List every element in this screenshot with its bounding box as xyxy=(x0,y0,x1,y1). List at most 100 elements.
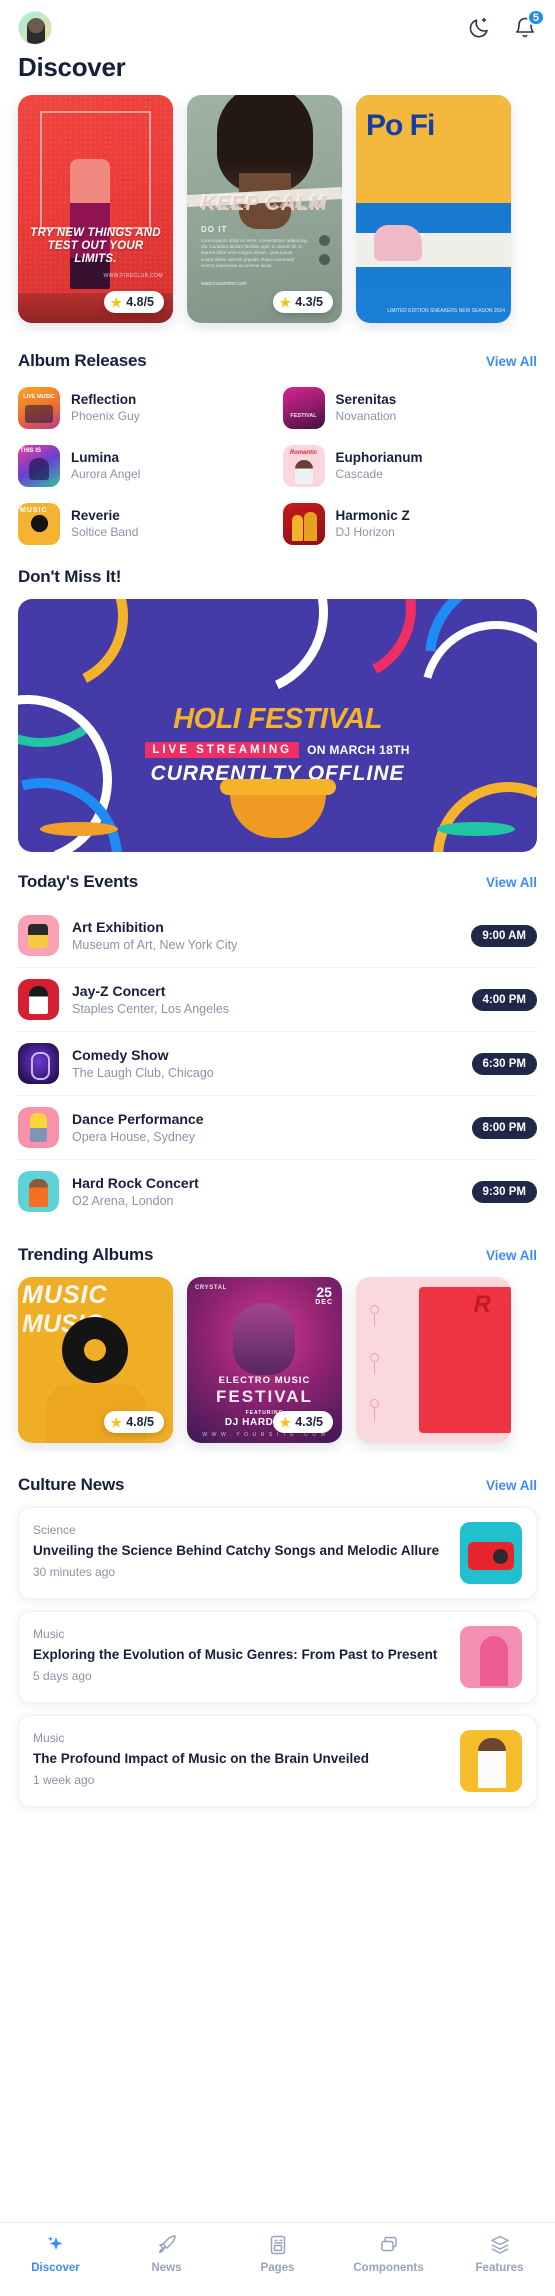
nav-item-features[interactable]: Features xyxy=(444,2233,555,2274)
album-artist: Soltice Band xyxy=(71,525,139,539)
trending-line-2: FESTIVAL xyxy=(216,1387,313,1406)
event-place: Opera House, Sydney xyxy=(72,1129,195,1144)
event-time-badge: 6:30 PM xyxy=(471,1052,537,1075)
layers-icon xyxy=(488,2233,512,2257)
album-artist: Phoenix Guy xyxy=(71,409,140,423)
nav-label: News xyxy=(151,2262,182,2274)
news-thumbnail xyxy=(460,1626,522,1688)
decorative-red-bar xyxy=(419,1287,511,1433)
date-month: DEC xyxy=(315,1299,333,1306)
album-name: Serenitas xyxy=(335,392,397,407)
nav-item-news[interactable]: News xyxy=(111,2233,222,2274)
live-streaming-label: LIVE STREAMING xyxy=(145,742,300,758)
album-item[interactable]: Harmonic Z DJ Horizon xyxy=(282,499,538,549)
hero-url: WWW.FIRECLUB.COM xyxy=(103,273,163,279)
album-item[interactable]: Reverie Soltice Band xyxy=(18,499,273,549)
event-thumbnail xyxy=(18,915,59,956)
view-all-albums[interactable]: View All xyxy=(486,354,537,369)
news-timestamp: 30 minutes ago xyxy=(33,1565,116,1579)
nav-item-pages[interactable]: Pages xyxy=(222,2233,333,2274)
rating-value: 4.3/5 xyxy=(295,295,323,309)
news-thumbnail xyxy=(460,1730,522,1792)
event-row[interactable]: Hard Rock Concert O2 Arena, London 9:30 … xyxy=(18,1160,537,1223)
album-artwork xyxy=(282,387,325,429)
notification-badge: 5 xyxy=(526,9,545,26)
event-row[interactable]: Comedy Show The Laugh Club, Chicago 6:30… xyxy=(18,1032,537,1096)
hero-card-pop-fest[interactable]: Po Fi LIMITED EDITION SNEAKERS NEW SEASO… xyxy=(356,95,511,323)
moon-icon[interactable] xyxy=(467,16,491,40)
hero-card-try-new-things[interactable]: TRY NEW THINGS AND TEST OUT YOUR LIMITS.… xyxy=(18,95,173,323)
event-row[interactable]: Art Exhibition Museum of Art, New York C… xyxy=(18,904,537,968)
trending-card-electro-festival[interactable]: CRYSTAL 25 DEC ELECTRO MUSIC FESTIVAL FE… xyxy=(187,1277,342,1443)
hero-card-keep-calm[interactable]: KEEP CALM DO IT Lorem ipsum dolor sit am… xyxy=(187,95,342,323)
view-all-events[interactable]: View All xyxy=(486,875,537,890)
app-screen: 5 Discover TRY NEW THINGS AND TEST OUT Y… xyxy=(0,0,555,2296)
album-item[interactable]: Reflection Phoenix Guy xyxy=(18,383,273,433)
banner-subline: LIVE STREAMING ON MARCH 18TH xyxy=(18,742,537,758)
album-item[interactable]: Lumina Aurora Angel xyxy=(18,441,273,491)
view-all-trending[interactable]: View All xyxy=(486,1248,537,1263)
rating-badge: ★ 4.8/5 xyxy=(103,1411,164,1433)
news-title: Unveiling the Science Behind Catchy Song… xyxy=(33,1543,440,1558)
rating-badge: ★ 4.3/5 xyxy=(272,291,333,313)
nav-label: Features xyxy=(475,2262,524,2274)
nav-item-components[interactable]: Components xyxy=(333,2233,444,2274)
folders-icon xyxy=(377,2233,401,2257)
decorative-vinyl-record xyxy=(62,1317,128,1383)
decorative-figure xyxy=(70,159,110,289)
page-title: Discover xyxy=(18,52,126,82)
trending-card-music-vinyl[interactable]: MUSIC MUSIC ★ 4.8/5 xyxy=(18,1277,173,1443)
album-releases-grid: Reflection Phoenix Guy Serenitas Novanat… xyxy=(0,383,555,549)
news-thumbnail xyxy=(460,1522,522,1584)
event-time-badge: 9:30 PM xyxy=(471,1180,537,1203)
album-releases-header: Album Releases View All xyxy=(0,351,555,371)
news-title: Exploring the Evolution of Music Genres:… xyxy=(33,1647,438,1662)
hero-body-text: Lorem ipsum dolor sit amet, consectetuer… xyxy=(201,238,307,268)
album-artwork xyxy=(18,387,60,429)
holi-festival-banner[interactable]: HOLI FESTIVAL LIVE STREAMING ON MARCH 18… xyxy=(18,599,537,852)
nav-label: Discover xyxy=(31,2262,80,2274)
event-title: Hard Rock Concert xyxy=(72,1174,199,1191)
decorative-shoe xyxy=(374,225,422,261)
event-title: Art Exhibition xyxy=(72,918,164,935)
view-all-news[interactable]: View All xyxy=(486,1478,537,1493)
news-category: Music xyxy=(33,1627,65,1641)
nav-item-discover[interactable]: Discover xyxy=(0,2233,111,2274)
header-actions: 5 xyxy=(467,9,545,40)
album-item[interactable]: Serenitas Novanation xyxy=(282,383,538,433)
news-card[interactable]: Music Exploring the Evolution of Music G… xyxy=(18,1611,537,1703)
news-category: Science xyxy=(33,1523,76,1537)
trending-albums-carousel[interactable]: MUSIC MUSIC ★ 4.8/5 CRYSTAL 25 DEC ELECT… xyxy=(0,1277,555,1453)
bell-icon[interactable]: 5 xyxy=(513,9,545,40)
event-thumbnail xyxy=(18,1043,59,1084)
rating-value: 4.8/5 xyxy=(126,1415,154,1429)
event-row[interactable]: Jay-Z Concert Staples Center, Los Angele… xyxy=(18,968,537,1032)
news-timestamp: 1 week ago xyxy=(33,1773,95,1787)
trending-letter: R xyxy=(473,1291,491,1318)
dont-miss-header: Don't Miss It! xyxy=(0,567,555,587)
banner-text-block: HOLI FESTIVAL LIVE STREAMING ON MARCH 18… xyxy=(18,703,537,786)
event-place: The Laugh Club, Chicago xyxy=(72,1065,214,1080)
section-title: Trending Albums xyxy=(18,1245,154,1264)
event-thumbnail xyxy=(18,1171,59,1212)
event-row[interactable]: Dance Performance Opera House, Sydney 8:… xyxy=(18,1096,537,1160)
date-day: 25 xyxy=(316,1284,332,1300)
hero-carousel[interactable]: TRY NEW THINGS AND TEST OUT YOUR LIMITS.… xyxy=(0,95,555,333)
trending-card-rose-red[interactable]: R xyxy=(356,1277,511,1443)
trending-line-1: ELECTRO MUSIC xyxy=(218,1375,311,1386)
album-item[interactable]: Euphorianum Cascade xyxy=(282,441,538,491)
album-name: Reverie xyxy=(71,508,120,523)
event-date: 25 DEC xyxy=(315,1285,333,1306)
user-avatar[interactable] xyxy=(18,11,52,45)
rose-icon xyxy=(370,1399,382,1421)
hero-headline: KEEP CALM xyxy=(201,193,328,215)
news-card[interactable]: Science Unveiling the Science Behind Cat… xyxy=(18,1507,537,1599)
decorative-pot-left xyxy=(40,822,118,836)
news-category: Music xyxy=(33,1731,65,1745)
rating-badge: ★ 4.3/5 xyxy=(272,1411,333,1433)
top-bar: 5 xyxy=(0,0,555,46)
news-card[interactable]: Music The Profound Impact of Music on th… xyxy=(18,1715,537,1807)
social-icons xyxy=(319,235,330,265)
section-title: Culture News xyxy=(18,1475,125,1494)
star-icon: ★ xyxy=(279,294,292,310)
